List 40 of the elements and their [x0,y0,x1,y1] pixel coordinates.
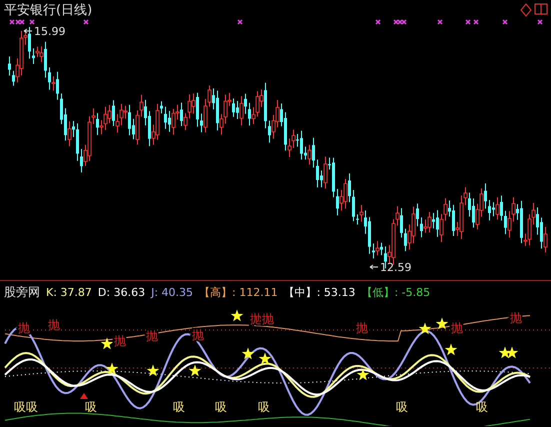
indicator-value: D: 36.63 [98,286,146,299]
sell-signal-label: 抛 [262,312,274,326]
sell-signal-label: 抛 [48,318,60,332]
indicator-value: 【低】: -5.85 [361,285,430,300]
buy-signal-label: 吸 [258,400,270,414]
indicator-value: 【中】: 53.13 [284,285,356,300]
high-price-label: 15.99 [34,25,66,38]
star-icon [356,368,370,380]
star-icon [146,364,160,376]
star-icon [436,318,448,330]
star-icon [418,322,432,334]
star-icon [506,346,518,358]
buy-signal-label: 吸 [396,400,408,414]
diamond-icon [520,3,532,17]
star-icon [242,348,254,360]
star-icon [100,338,114,350]
sell-signal-label: 抛 [250,312,262,326]
buy-signal-label: 吸 [85,400,97,414]
star-icon [106,362,118,374]
star-icon [258,352,272,364]
split-window-icon [534,3,548,15]
star-icon [188,364,202,376]
buy-signal-label: 吸 [173,400,185,414]
star-icon [444,344,458,356]
sell-signal-label: 抛 [356,321,368,335]
sell-signal-label: 抛 [192,328,204,342]
chart-title: 平安银行(日线) [4,2,92,19]
indicator-name: 股旁网 [4,284,40,301]
indicator-value: K: 37.87 [46,286,92,299]
buy-signal-label: 吸 [215,400,227,414]
indicator-value: J: 40.35 [151,286,194,299]
buy-signal-label: 吸 [26,400,38,414]
indicator-value: 【高】: 112.11 [199,285,278,300]
triangle-icon [80,393,88,399]
buy-signal-label: 吸 [476,400,488,414]
buy-signal-label: 吸 [14,400,26,414]
arrow-icon [370,264,378,270]
low-price-label: 12.59 [380,261,412,274]
arrow-icon [24,28,32,34]
star-icon [230,310,244,322]
